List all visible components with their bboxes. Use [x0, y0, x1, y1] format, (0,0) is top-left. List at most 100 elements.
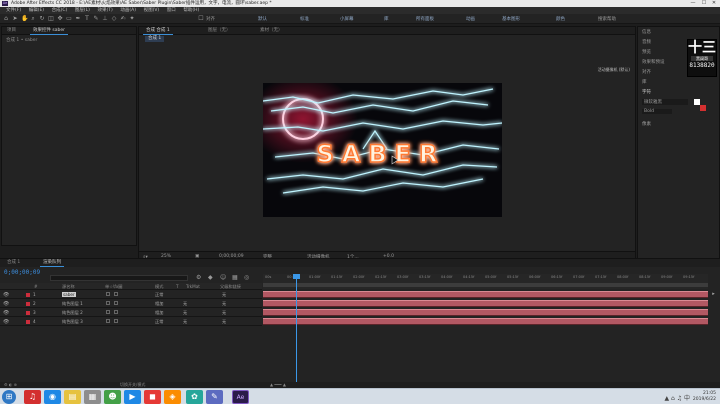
workspace-color[interactable]: 颜色: [556, 16, 565, 22]
menu-file[interactable]: 文件(F): [6, 7, 21, 14]
layer-parent[interactable]: 无: [222, 310, 226, 316]
panel-info[interactable]: 信息: [642, 29, 651, 35]
search-help[interactable]: 搜索帮助: [598, 16, 616, 22]
layer-trkmat[interactable]: 无: [183, 310, 187, 316]
taskbar-app-media-icon[interactable]: ▶: [124, 390, 141, 404]
switch-shy[interactable]: [106, 310, 110, 314]
snap-checkbox-icon[interactable]: ☐: [198, 16, 204, 22]
switch-shy[interactable]: [106, 319, 110, 323]
tab-footage[interactable]: 素材（无）: [257, 27, 286, 35]
layer-row-3[interactable]: 👁 3 纯色图层 2 相加 无 无: [0, 309, 262, 317]
switch-fx[interactable]: [114, 310, 118, 314]
type-tool-icon[interactable]: T: [84, 16, 90, 22]
workspace-standard[interactable]: 标准: [300, 16, 309, 22]
brush-tool-icon[interactable]: ✎: [93, 16, 99, 22]
layer-name[interactable]: 纯色图层 3: [62, 319, 83, 325]
timeline-search-input[interactable]: [50, 275, 188, 281]
menu-effect[interactable]: 效果(T): [98, 7, 113, 14]
layer-name[interactable]: 纯色图层 1: [62, 301, 83, 307]
panel-preview[interactable]: 预览: [642, 49, 651, 55]
panel-libraries[interactable]: 库: [642, 79, 647, 85]
layer-name[interactable]: saber: [62, 292, 76, 297]
camera-tool-icon[interactable]: ◫: [48, 16, 54, 22]
menu-layer[interactable]: 图层(L): [75, 7, 90, 14]
workspace-small-screen[interactable]: 小屏幕: [340, 16, 354, 22]
taskbar-app-editor-icon[interactable]: ✎: [206, 390, 223, 404]
panel-align[interactable]: 对齐: [642, 69, 651, 75]
system-tray-icons[interactable]: ▲ ⌂ ♫ 中: [664, 393, 690, 402]
maximize-button[interactable]: ☐: [699, 0, 709, 7]
composition-render[interactable]: SABER: [263, 83, 502, 217]
layer-mode[interactable]: 正常: [155, 292, 163, 298]
menu-help[interactable]: 帮助(H): [183, 7, 199, 14]
workspace-libraries[interactable]: 库: [384, 16, 389, 22]
motion-blur-icon[interactable]: ◎: [244, 274, 249, 281]
taskbar-app-music-icon[interactable]: ♫: [24, 390, 41, 404]
playhead-line[interactable]: [296, 274, 297, 386]
panel-audio[interactable]: 音频: [642, 39, 651, 45]
layer-duration-bar-2[interactable]: [263, 300, 708, 307]
stroke-color-swatch[interactable]: [700, 105, 706, 111]
layer-duration-bar-4[interactable]: [263, 318, 708, 325]
frame-blending-icon[interactable]: ▦: [232, 274, 238, 281]
layer-parent[interactable]: 无: [222, 301, 226, 307]
clone-stamp-tool-icon[interactable]: ⊥: [102, 16, 108, 22]
puppet-tool-icon[interactable]: ✦: [129, 16, 135, 22]
layer-mode[interactable]: 相加: [155, 301, 163, 307]
layer-parent[interactable]: 无: [222, 292, 226, 298]
workspace-animation[interactable]: 动画: [466, 16, 475, 22]
menu-composition[interactable]: 合成(C): [52, 7, 68, 14]
taskbar-app-video-icon[interactable]: ◼: [144, 390, 161, 404]
layer-row-2[interactable]: 👁 2 纯色图层 1 相加 无 无: [0, 300, 262, 308]
taskbar-after-effects-icon[interactable]: Ae: [232, 390, 249, 404]
panel-character[interactable]: 字符: [642, 89, 651, 95]
pan-behind-tool-icon[interactable]: ✥: [57, 16, 63, 22]
taskbar-app-explorer-icon[interactable]: ▦: [84, 390, 101, 404]
font-style-select[interactable]: Bold: [642, 109, 672, 114]
clock[interactable]: 21:05 2019/6/22: [693, 391, 716, 403]
switch-shy[interactable]: [106, 292, 110, 296]
comp-flowchart-icon[interactable]: ⚙: [196, 274, 201, 281]
layer-mode[interactable]: 相加: [155, 310, 163, 316]
col-source-name[interactable]: 源名称: [62, 284, 75, 290]
tab-project[interactable]: 项目: [4, 27, 19, 35]
taskbar-app-wechat-icon[interactable]: ☻: [104, 390, 121, 404]
panel-effects-presets[interactable]: 效果和预设: [642, 59, 665, 65]
menu-edit[interactable]: 编辑(E): [29, 7, 44, 14]
start-button-icon[interactable]: ⊞: [2, 390, 16, 404]
layer-duration-bar-3[interactable]: [263, 309, 708, 316]
visibility-eye-icon[interactable]: 👁: [3, 301, 9, 307]
menu-window[interactable]: 窗口: [167, 7, 176, 14]
tab-effect-controls[interactable]: 效果控件 saber: [30, 27, 69, 35]
taskbar-app-photo-icon[interactable]: ◈: [164, 390, 181, 404]
layer-label-color[interactable]: [26, 293, 30, 297]
tab-render-queue[interactable]: 渲染队列: [40, 259, 64, 267]
tab-timeline-comp1[interactable]: 合成 1: [4, 259, 23, 267]
selection-tool-icon[interactable]: ➤: [12, 16, 18, 22]
tab-composition[interactable]: 合成 合成 1: [143, 27, 173, 35]
taskbar-app-tool-icon[interactable]: ✿: [186, 390, 203, 404]
shy-layers-icon[interactable]: ☺: [220, 274, 226, 281]
layer-label-color[interactable]: [26, 311, 30, 315]
taskbar-app-folder-icon[interactable]: ▤: [64, 390, 81, 404]
roto-brush-tool-icon[interactable]: ✍: [120, 16, 126, 22]
layer-trkmat[interactable]: 无: [183, 319, 187, 325]
hand-tool-icon[interactable]: ✋: [21, 16, 28, 22]
zoom-out-icon[interactable]: ▲ ━━━ ▲: [270, 382, 286, 387]
visibility-eye-icon[interactable]: 👁: [3, 319, 9, 325]
menu-animation[interactable]: 动画(A): [120, 7, 136, 14]
layer-duration-bar-1[interactable]: [263, 291, 708, 298]
layer-parent[interactable]: 无: [222, 319, 226, 325]
work-area-bar[interactable]: [263, 283, 708, 287]
rectangle-tool-icon[interactable]: ▭: [66, 16, 72, 22]
switch-fx[interactable]: [114, 301, 118, 305]
menu-view[interactable]: 视图(V): [144, 7, 160, 14]
workspace-default[interactable]: 默认: [258, 16, 267, 22]
close-button[interactable]: ✕: [709, 0, 719, 7]
visibility-eye-icon[interactable]: 👁: [3, 292, 9, 298]
pen-tool-icon[interactable]: ✒: [75, 16, 81, 22]
composition-viewer[interactable]: 活动摄像机 (默认) SABER: [139, 43, 635, 249]
minimize-button[interactable]: —: [688, 0, 698, 7]
home-icon[interactable]: ⌂: [3, 16, 9, 22]
font-family-select[interactable]: 微软雅黑: [642, 99, 688, 105]
